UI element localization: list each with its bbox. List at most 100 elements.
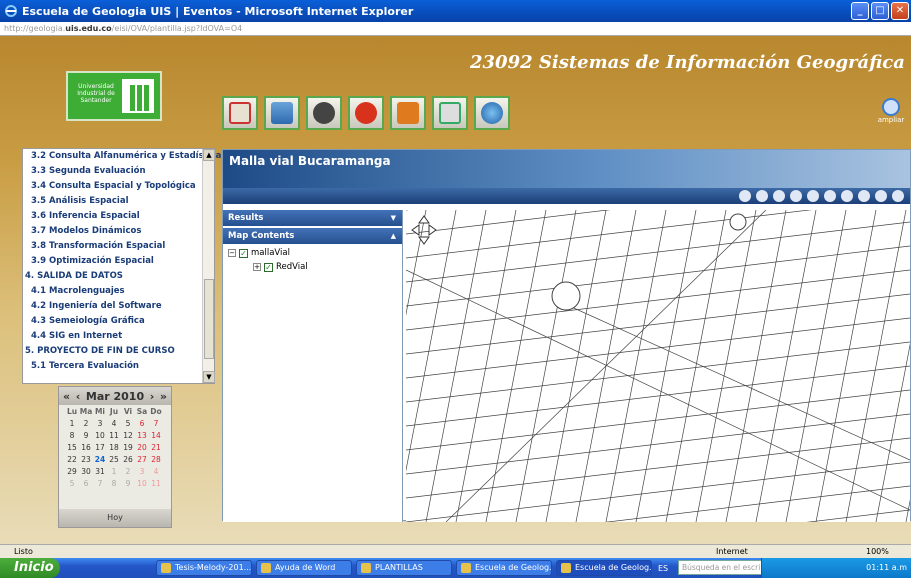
calendar-day[interactable]: 7 bbox=[93, 479, 107, 488]
calendar-day[interactable]: 22 bbox=[65, 455, 79, 464]
calendar-day[interactable]: 16 bbox=[79, 443, 93, 452]
full-extent-icon[interactable] bbox=[790, 190, 802, 202]
back-icon[interactable] bbox=[807, 190, 819, 202]
menu-item[interactable]: 3.9 Optimización Espacial bbox=[23, 254, 214, 269]
calendar-day[interactable]: 12 bbox=[121, 431, 135, 440]
task-item-active[interactable]: Escuela de Geolog... bbox=[556, 560, 652, 576]
today-button[interactable]: Hoy bbox=[59, 509, 171, 527]
menu-item[interactable]: 4.3 Semeiología Gráfica bbox=[23, 314, 214, 329]
calendar-day[interactable]: 21 bbox=[149, 443, 163, 452]
zoom-level[interactable]: 100% bbox=[866, 545, 889, 559]
scroll-up-icon[interactable]: ▲ bbox=[203, 149, 215, 161]
calendar-day[interactable]: 6 bbox=[135, 419, 149, 428]
menu-item[interactable]: 3.2 Consulta Alfanumérica y Estadística bbox=[23, 149, 221, 164]
menu-item[interactable]: 5.1 Tercera Evaluación bbox=[23, 359, 214, 374]
audio-button[interactable] bbox=[306, 96, 342, 130]
next-month-button[interactable]: › bbox=[150, 390, 155, 403]
results-header[interactable]: Results ▼ bbox=[223, 210, 402, 226]
calendar-day[interactable]: 9 bbox=[79, 431, 93, 440]
calendar-day[interactable]: 15 bbox=[65, 443, 79, 452]
flash-button[interactable] bbox=[348, 96, 384, 130]
calendar-day[interactable]: 30 bbox=[79, 467, 93, 476]
zoom-in-icon[interactable] bbox=[739, 190, 751, 202]
calendar-day[interactable]: 27 bbox=[135, 455, 149, 464]
menu-item[interactable]: 4. SALIDA DE DATOS bbox=[23, 269, 214, 284]
menu-item[interactable]: 5. PROYECTO DE FIN DE CURSO bbox=[23, 344, 214, 359]
calendar-day[interactable]: 11 bbox=[107, 431, 121, 440]
calendar-day[interactable]: 19 bbox=[121, 443, 135, 452]
expand-icon[interactable]: + bbox=[253, 263, 261, 271]
pan-navigator-icon[interactable] bbox=[411, 215, 437, 245]
calendar-day[interactable]: 6 bbox=[79, 479, 93, 488]
menu-item[interactable]: 3.7 Modelos Dinámicos bbox=[23, 224, 214, 239]
layers-icon[interactable] bbox=[841, 190, 853, 202]
calendar-day[interactable]: 1 bbox=[107, 467, 121, 476]
calendar-day[interactable]: 8 bbox=[65, 431, 79, 440]
layer-checkbox[interactable]: ✓ bbox=[264, 262, 273, 272]
menu-item[interactable]: 3.5 Análisis Espacial bbox=[23, 194, 214, 209]
calendar-day[interactable]: 5 bbox=[121, 419, 135, 428]
map-contents-header[interactable]: Map Contents ▲ bbox=[223, 228, 402, 244]
layer-checkbox[interactable]: ✓ bbox=[239, 248, 248, 258]
calendar-day[interactable]: 29 bbox=[65, 467, 79, 476]
menu-item[interactable]: 3.8 Transformación Espacial bbox=[23, 239, 214, 254]
zoom-out-icon[interactable] bbox=[756, 190, 768, 202]
calendar-day[interactable]: 26 bbox=[121, 455, 135, 464]
calendar-day[interactable]: 7 bbox=[149, 419, 163, 428]
calendar-day[interactable]: 28 bbox=[149, 455, 163, 464]
calendar-day[interactable]: 31 bbox=[93, 467, 107, 476]
measure-icon[interactable] bbox=[892, 190, 904, 202]
next-year-button[interactable]: » bbox=[160, 390, 167, 403]
maximize-button[interactable]: □ bbox=[871, 2, 889, 20]
pan-icon[interactable] bbox=[773, 190, 785, 202]
calendar-day[interactable]: 5 bbox=[65, 479, 79, 488]
menu-item[interactable]: 4.2 Ingeniería del Software bbox=[23, 299, 214, 314]
download-button[interactable] bbox=[432, 96, 468, 130]
menu-item[interactable]: 3.3 Segunda Evaluación bbox=[23, 164, 214, 179]
calendar-day[interactable]: 10 bbox=[93, 431, 107, 440]
minimize-button[interactable]: _ bbox=[851, 2, 869, 20]
scroll-down-icon[interactable]: ▼ bbox=[203, 371, 215, 383]
calendar-day[interactable]: 4 bbox=[107, 419, 121, 428]
calendar-day[interactable]: 9 bbox=[121, 479, 135, 488]
calendar-day[interactable]: 4 bbox=[149, 467, 163, 476]
calendar-day[interactable]: 2 bbox=[79, 419, 93, 428]
language-indicator[interactable]: ES bbox=[658, 564, 668, 573]
calendar-day[interactable]: 25 bbox=[107, 455, 121, 464]
menu-item[interactable]: 3.6 Inferencia Espacial bbox=[23, 209, 214, 224]
calendar-day[interactable]: 2 bbox=[121, 467, 135, 476]
collapse-icon[interactable]: − bbox=[228, 249, 236, 257]
calendar-day[interactable]: 1 bbox=[65, 419, 79, 428]
globe-button[interactable] bbox=[474, 96, 510, 130]
map-canvas[interactable] bbox=[406, 210, 910, 522]
calendar-day[interactable]: 14 bbox=[149, 431, 163, 440]
close-button[interactable]: ✕ bbox=[891, 2, 909, 20]
task-item[interactable]: Tesis-Melody-201... bbox=[156, 560, 252, 576]
pdf-button[interactable] bbox=[222, 96, 258, 130]
forward-icon[interactable] bbox=[824, 190, 836, 202]
task-item[interactable]: Ayuda de Word bbox=[256, 560, 352, 576]
menu-item[interactable]: 4.4 SIG en Internet bbox=[23, 329, 214, 344]
menu-item[interactable]: 4.1 Macrolenguajes bbox=[23, 284, 214, 299]
print-icon[interactable] bbox=[875, 190, 887, 202]
prev-month-button[interactable]: ‹ bbox=[76, 390, 81, 403]
java-button[interactable] bbox=[390, 96, 426, 130]
menu-item[interactable]: 3.4 Consulta Espacial y Topológica bbox=[23, 179, 214, 194]
calendar-day[interactable]: 10 bbox=[135, 479, 149, 488]
task-item[interactable]: PLANTILLAS bbox=[356, 560, 452, 576]
scroll-thumb[interactable] bbox=[204, 279, 214, 359]
calendar-day[interactable]: 3 bbox=[135, 467, 149, 476]
address-bar[interactable]: http://geologia.uis.edu.co/eisi/OVA/plan… bbox=[0, 22, 911, 36]
calendar-day[interactable]: 8 bbox=[107, 479, 121, 488]
ampliar-button[interactable]: ampliar bbox=[876, 98, 906, 128]
calendar-day[interactable]: 17 bbox=[93, 443, 107, 452]
calendar-day[interactable]: 3 bbox=[93, 419, 107, 428]
calendar-day[interactable]: 18 bbox=[107, 443, 121, 452]
calendar-day[interactable]: 11 bbox=[149, 479, 163, 488]
menu-scrollbar[interactable]: ▲ ▼ bbox=[202, 149, 215, 383]
road-network-map[interactable] bbox=[406, 210, 910, 522]
presentation-button[interactable] bbox=[264, 96, 300, 130]
calendar-day[interactable]: 20 bbox=[135, 443, 149, 452]
prev-year-button[interactable]: « bbox=[63, 390, 70, 403]
task-item[interactable]: Escuela de Geolog... bbox=[456, 560, 552, 576]
